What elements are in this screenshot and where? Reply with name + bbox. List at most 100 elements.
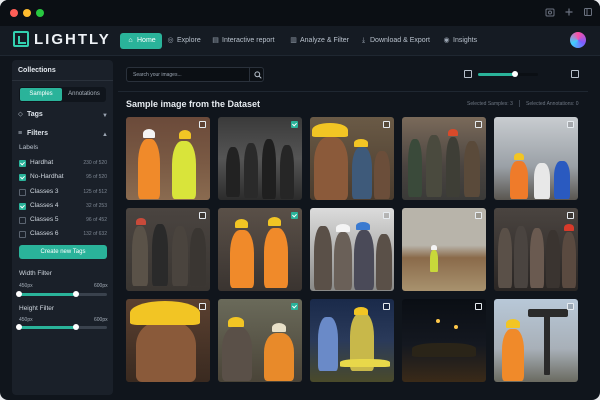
image-large-icon[interactable]	[571, 70, 579, 78]
image-select-checkbox[interactable]	[567, 303, 574, 310]
height-filter-min: 450px	[19, 317, 33, 323]
image-select-checkbox[interactable]	[291, 303, 298, 310]
tags-section-header[interactable]: ⬦ Tags	[18, 111, 43, 119]
logo-text: LIGHTLY	[34, 31, 111, 48]
eye-icon: ◉	[443, 37, 450, 44]
label-row-classes-3[interactable]: Classes 3 125 of 512	[19, 187, 107, 197]
width-filter-knob-low[interactable]	[16, 291, 22, 297]
label-checkbox[interactable]	[19, 203, 26, 210]
nav-download-export[interactable]: ⤓ Download & Export	[359, 32, 430, 49]
zoom-slider-fill	[478, 73, 516, 76]
plus-icon[interactable]	[563, 7, 575, 19]
image-select-checkbox[interactable]	[383, 121, 390, 128]
sidebar-divider	[12, 80, 113, 81]
filter-icon: ≡	[18, 130, 23, 137]
image-workers-tunnel-lights[interactable]	[310, 299, 394, 382]
compass-icon: ◎	[167, 37, 174, 44]
create-new-tags-button[interactable]: Create new Tags	[19, 245, 107, 259]
height-filter-max: 600px	[94, 317, 108, 323]
app-window: LIGHTLY ⌂ Home ◎ Explore ▤ Interactive repo…	[0, 0, 600, 400]
label-checkbox[interactable]	[19, 231, 26, 238]
label-row-classes-4[interactable]: Classes 4 32 of 253	[19, 201, 107, 211]
toolbar-divider	[118, 91, 588, 92]
grid-small-icon[interactable]	[464, 70, 472, 78]
top-navbar: LIGHTLY ⌂ Home ◎ Explore ▤ Interactive repo…	[0, 26, 600, 56]
nav-insights[interactable]: ◉ Insights	[442, 32, 477, 49]
search-field[interactable]: Search your images...	[126, 67, 264, 82]
chevron-up-icon[interactable]: ▲	[102, 132, 108, 138]
image-select-checkbox[interactable]	[475, 121, 482, 128]
image-select-checkbox[interactable]	[475, 303, 482, 310]
image-worker-oil-pump[interactable]	[494, 299, 578, 382]
settings-icon[interactable]	[582, 7, 594, 19]
image-select-checkbox[interactable]	[383, 303, 390, 310]
image-miners-black-white[interactable]	[218, 117, 302, 200]
maximize-window-button[interactable]	[36, 9, 44, 17]
labels-heading: Labels	[19, 144, 39, 151]
tab-annotations[interactable]: Annotations	[63, 88, 105, 101]
width-filter-title: Width Filter	[19, 270, 52, 277]
image-construction-night[interactable]	[402, 299, 486, 382]
label-row-classes-5[interactable]: Classes 5 96 of 452	[19, 215, 107, 225]
bar-chart-icon: ▥	[290, 37, 297, 44]
selected-annotations-count: Selected Annotations: 0	[526, 101, 579, 107]
image-select-checkbox[interactable]	[199, 121, 206, 128]
label-checkbox[interactable]	[19, 217, 26, 224]
main-content: Search your images... Sample image from …	[118, 60, 588, 400]
search-button[interactable]	[249, 68, 264, 81]
nav-interactive-report[interactable]: ▤ Interactive report	[211, 32, 274, 49]
image-workers-crowd-site[interactable]	[494, 208, 578, 291]
label-checkbox[interactable]	[19, 189, 26, 196]
zoom-slider-knob[interactable]	[512, 71, 519, 77]
sidebar-title: Collections	[18, 67, 56, 74]
image-select-checkbox[interactable]	[291, 121, 298, 128]
label-row-no-hardhat[interactable]: No-Hardhat 95 of 520	[19, 172, 107, 182]
image-workers-machinery[interactable]	[218, 299, 302, 382]
search-input[interactable]: Search your images...	[133, 72, 182, 78]
chevron-down-icon[interactable]: ▼	[102, 113, 108, 119]
home-icon: ⌂	[128, 37, 133, 44]
close-window-button[interactable]	[10, 9, 18, 17]
image-select-checkbox[interactable]	[567, 121, 574, 128]
image-miners-group-tunnel[interactable]	[126, 208, 210, 291]
image-select-checkbox[interactable]	[199, 212, 206, 219]
image-workers-meeting-outdoor[interactable]	[494, 117, 578, 200]
image-miner-portrait-yellow-hardhat[interactable]	[310, 117, 394, 200]
image-select-checkbox[interactable]	[291, 212, 298, 219]
image-miner-portrait-closeup[interactable]	[126, 299, 210, 382]
nav-explore[interactable]: ◎ Explore	[166, 32, 200, 49]
label-row-hardhat[interactable]: Hardhat 230 of 520	[19, 158, 107, 168]
image-select-checkbox[interactable]	[199, 303, 206, 310]
height-filter-knob-low[interactable]	[16, 324, 22, 330]
width-filter-knob-high[interactable]	[73, 291, 80, 297]
label-checkbox[interactable]	[19, 160, 26, 167]
label-row-classes-6[interactable]: Classes 6 132 of 632	[19, 229, 107, 239]
minimize-window-button[interactable]	[23, 9, 31, 17]
section-title: Sample image from the Dataset	[126, 99, 261, 109]
window-titlebar	[0, 0, 600, 26]
selection-separator	[519, 100, 520, 107]
nav-analyze-filter[interactable]: ▥ Analyze & Filter	[289, 32, 349, 49]
screenshot-icon[interactable]	[544, 7, 556, 19]
image-worker-quarry-landscape[interactable]	[402, 208, 486, 291]
width-filter-max: 600px	[94, 283, 108, 289]
image-miners-group-walking[interactable]	[402, 117, 486, 200]
search-icon	[254, 71, 262, 79]
tag-icon: ⬦	[18, 111, 23, 118]
image-select-checkbox[interactable]	[567, 212, 574, 219]
width-filter-min: 450px	[19, 283, 33, 289]
image-workers-hivis-site[interactable]	[126, 117, 210, 200]
image-select-checkbox[interactable]	[475, 212, 482, 219]
height-filter-knob-high[interactable]	[73, 324, 80, 330]
report-icon: ▤	[212, 37, 219, 44]
image-select-checkbox[interactable]	[383, 212, 390, 219]
download-icon: ⤓	[361, 37, 366, 44]
label-checkbox[interactable]	[19, 174, 26, 181]
tab-samples[interactable]: Samples	[20, 88, 62, 101]
nav-home[interactable]: ⌂ Home	[120, 33, 162, 49]
image-two-workers-orange-vests[interactable]	[218, 208, 302, 291]
image-miners-group-closeup[interactable]	[310, 208, 394, 291]
selected-samples-count: Selected Samples: 3	[467, 101, 513, 107]
filters-section-header[interactable]: ≡ Filters	[18, 130, 48, 137]
user-avatar[interactable]	[570, 32, 586, 48]
